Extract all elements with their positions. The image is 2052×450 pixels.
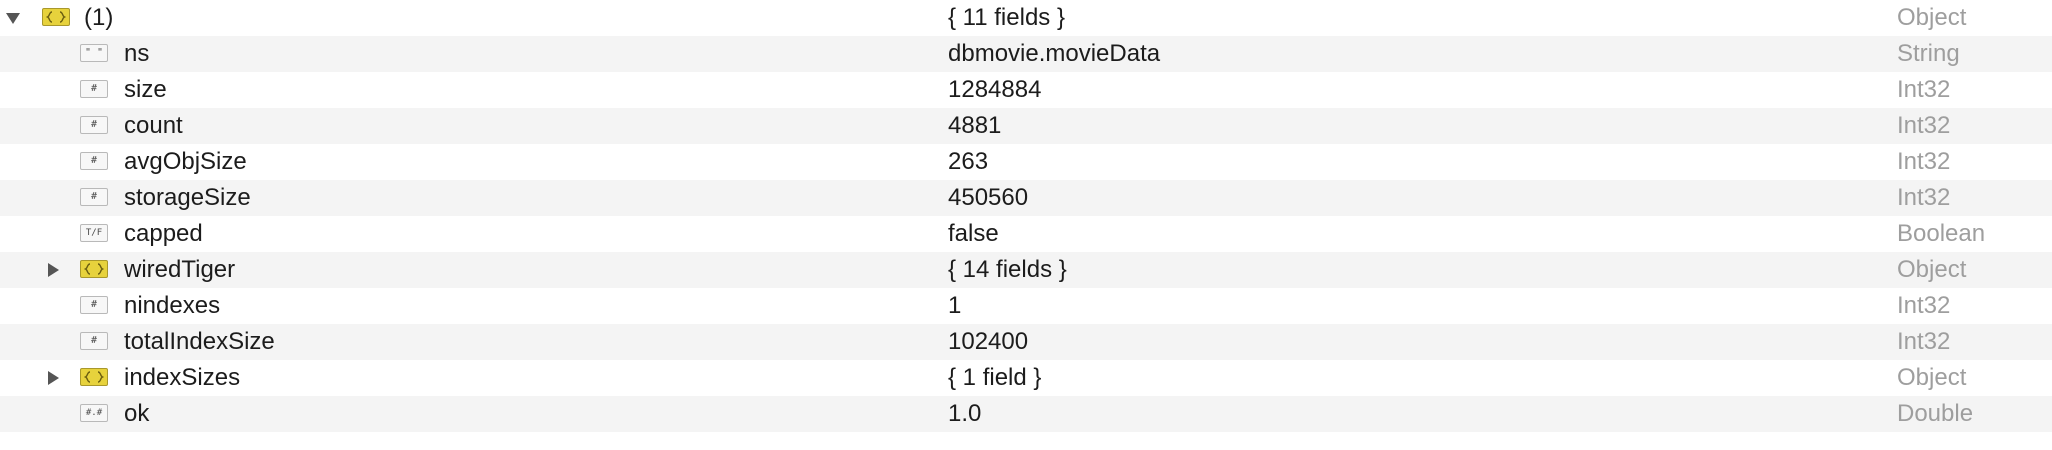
field-key: wiredTiger — [124, 256, 236, 283]
field-type: Int32 — [1897, 112, 1951, 139]
field-key: storageSize — [124, 184, 251, 211]
document-tree-view: (1) { 11 fields } Object " " ns dbmovie.… — [0, 0, 2052, 450]
field-key: indexSizes — [124, 364, 241, 391]
field-type: Int32 — [1897, 184, 1951, 211]
number-icon: # — [80, 116, 108, 134]
boolean-icon: T/F — [80, 224, 108, 242]
field-value: false — [948, 220, 999, 247]
tree-row[interactable]: # avgObjSize 263 Int32 — [0, 144, 2052, 180]
field-type: Int32 — [1897, 76, 1951, 103]
field-value: 1284884 — [948, 76, 1042, 103]
field-type: Object — [1897, 4, 1967, 31]
field-key: ok — [124, 400, 150, 427]
field-value: 4881 — [948, 112, 1002, 139]
field-key: avgObjSize — [124, 148, 247, 175]
number-icon: # — [80, 296, 108, 314]
field-type: Int32 — [1897, 328, 1951, 355]
field-value: 450560 — [948, 184, 1029, 211]
field-value: 1.0 — [948, 400, 982, 427]
field-type: Double — [1897, 400, 1974, 427]
field-key: size — [124, 76, 167, 103]
field-key: count — [124, 112, 183, 139]
tree-row[interactable]: # totalIndexSize 102400 Int32 — [0, 324, 2052, 360]
tree-row[interactable]: # size 1284884 Int32 — [0, 72, 2052, 108]
field-value: dbmovie.movieData — [948, 40, 1161, 67]
field-value: { 11 fields } — [948, 4, 1065, 31]
field-value: 102400 — [948, 328, 1029, 355]
field-type: Object — [1897, 364, 1967, 391]
tree-row-root[interactable]: (1) { 11 fields } Object — [0, 0, 2052, 36]
object-icon — [80, 368, 108, 386]
field-value: 263 — [948, 148, 989, 175]
double-icon: #.# — [80, 404, 108, 422]
field-key: (1) — [84, 4, 114, 31]
object-icon — [42, 8, 70, 26]
field-type: Object — [1897, 256, 1967, 283]
number-icon: # — [80, 332, 108, 350]
tree-row[interactable]: wiredTiger { 14 fields } Object — [0, 252, 2052, 288]
expanded-triangle-icon[interactable] — [2, 0, 24, 36]
field-value: { 1 field } — [948, 364, 1042, 391]
field-key: nindexes — [124, 292, 221, 319]
number-icon: # — [80, 188, 108, 206]
field-value: 1 — [948, 292, 962, 319]
tree-row[interactable]: # count 4881 Int32 — [0, 108, 2052, 144]
field-type: String — [1897, 40, 1960, 67]
field-type: Boolean — [1897, 220, 1986, 247]
tree-row[interactable]: " " ns dbmovie.movieData String — [0, 36, 2052, 72]
collapsed-triangle-icon[interactable] — [42, 360, 64, 396]
tree-row[interactable]: # nindexes 1 Int32 — [0, 288, 2052, 324]
field-value: { 14 fields } — [948, 256, 1067, 283]
number-icon: # — [80, 152, 108, 170]
field-key: capped — [124, 220, 203, 247]
collapsed-triangle-icon[interactable] — [42, 252, 64, 288]
number-icon: # — [80, 80, 108, 98]
tree-row[interactable]: T/F capped false Boolean — [0, 216, 2052, 252]
tree-row[interactable]: #.# ok 1.0 Double — [0, 396, 2052, 432]
tree-row[interactable]: # storageSize 450560 Int32 — [0, 180, 2052, 216]
object-icon — [80, 260, 108, 278]
tree-row[interactable]: indexSizes { 1 field } Object — [0, 360, 2052, 396]
field-key: ns — [124, 40, 150, 67]
field-type: Int32 — [1897, 148, 1951, 175]
string-icon: " " — [80, 44, 108, 62]
field-type: Int32 — [1897, 292, 1951, 319]
field-key: totalIndexSize — [124, 328, 275, 355]
